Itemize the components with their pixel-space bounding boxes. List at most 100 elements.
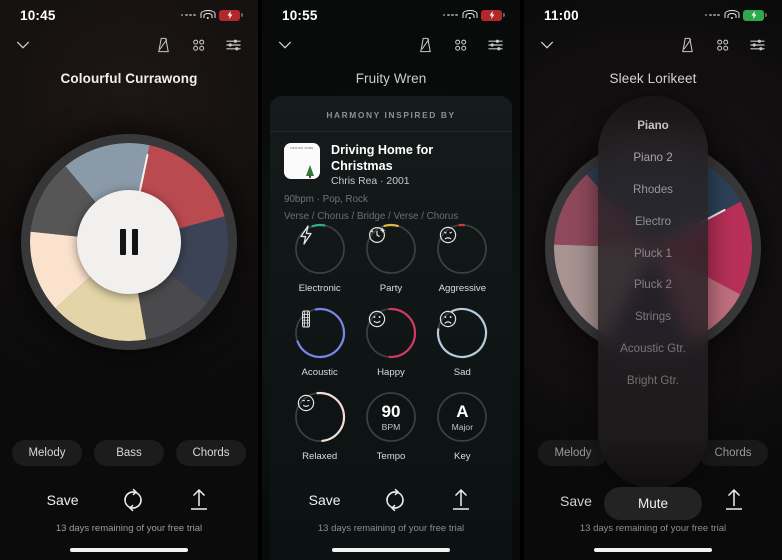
- chevron-down-icon[interactable]: [14, 36, 32, 54]
- top-nav: [262, 30, 520, 60]
- dial-unit: Major: [451, 421, 474, 432]
- instrument-option-piano-2[interactable]: Piano 2: [598, 142, 708, 174]
- pill-bass[interactable]: Bass: [94, 440, 164, 466]
- dial-key[interactable]: A Major Key: [427, 390, 498, 462]
- dial-relaxed[interactable]: Relaxed: [284, 390, 355, 462]
- sad-face-icon: [435, 306, 489, 360]
- grid-dots-icon[interactable]: [190, 36, 207, 54]
- dial-label: Relaxed: [302, 451, 338, 462]
- dial-label: Aggressive: [438, 283, 487, 294]
- status-bar: 10:45: [0, 0, 258, 30]
- home-indicator: [332, 547, 450, 552]
- signal-dots-icon: [442, 13, 458, 17]
- page-title: Sleek Lorikeet: [609, 71, 697, 86]
- refresh-icon[interactable]: [120, 487, 146, 513]
- wifi-icon: [462, 10, 477, 20]
- home-indicator: [70, 547, 188, 552]
- transport-bar: Save: [262, 487, 520, 513]
- dial-sad[interactable]: Sad: [427, 306, 498, 378]
- mute-button-wrap: Mute: [603, 487, 703, 520]
- metronome-icon[interactable]: [417, 36, 434, 54]
- mute-button[interactable]: Mute: [603, 487, 703, 520]
- grid-dots-icon[interactable]: [452, 36, 469, 54]
- pill-chords[interactable]: Chords: [698, 440, 768, 466]
- battery-charging-icon: [743, 9, 767, 21]
- save-button[interactable]: Save: [309, 492, 341, 508]
- metronome-icon[interactable]: [155, 36, 172, 54]
- harmony-wheel[interactable]: [21, 134, 237, 350]
- save-button[interactable]: Save: [560, 493, 592, 509]
- overlay-bottom-fade: [598, 436, 708, 488]
- dial-electronic[interactable]: Electronic: [284, 222, 355, 294]
- export-up-icon[interactable]: [187, 487, 211, 513]
- instrument-option-acoustic-gtr[interactable]: Acoustic Gtr.: [598, 332, 708, 364]
- battery-charging-icon: [481, 9, 505, 21]
- dial-party[interactable]: Party: [355, 222, 426, 294]
- status-clock: 11:00: [544, 7, 579, 23]
- mood-dial-grid: Electronic Party Aggressive Acoustic Happy Sa…: [262, 222, 520, 462]
- three-phone-screenshots: 10:45 Colourful Currawong Melody Bass Ch…: [0, 0, 782, 560]
- smile-face-icon: [364, 306, 418, 360]
- dial-label: Electronic: [298, 283, 341, 294]
- sparkle-clock-icon: [364, 222, 418, 276]
- dial-readout: 90 BPM: [364, 390, 418, 444]
- card-header: HARMONY INSPIRED BY: [326, 110, 456, 120]
- status-clock: 10:45: [20, 7, 56, 23]
- trial-notice: 13 days remaining of your free trial: [579, 523, 727, 534]
- dial-value: A: [456, 401, 469, 421]
- mixer-sliders-icon[interactable]: [749, 36, 766, 54]
- mixer-sliders-icon[interactable]: [225, 36, 242, 54]
- album-art-christmas-tree: DRIVING HOME: [284, 143, 320, 179]
- instrument-option-bright-gtr[interactable]: Bright Gtr.: [598, 364, 708, 396]
- instrument-option-strings[interactable]: Strings: [598, 301, 708, 333]
- dial-acoustic[interactable]: Acoustic: [284, 306, 355, 378]
- instrument-option-electro[interactable]: Electro: [598, 205, 708, 237]
- status-clock: 10:55: [282, 7, 318, 23]
- track-pills: Melody Bass Chords: [0, 440, 258, 466]
- instrument-option-rhodes[interactable]: Rhodes: [598, 174, 708, 206]
- instrument-option-piano[interactable]: Piano: [598, 110, 708, 142]
- guitar-neck-icon: [293, 306, 347, 360]
- dial-label: Happy: [377, 367, 405, 378]
- mixer-sliders-icon[interactable]: [487, 36, 504, 54]
- pause-icon: [120, 229, 138, 255]
- pill-melody[interactable]: Melody: [12, 440, 82, 466]
- song-row[interactable]: DRIVING HOME Driving Home for Christmas …: [270, 132, 512, 187]
- refresh-icon[interactable]: [382, 487, 408, 513]
- instrument-option-pluck-2[interactable]: Pluck 2: [598, 269, 708, 301]
- song-tempo-genre: 90bpm · Pop, Rock: [284, 194, 368, 206]
- panel-colourful-currawong: 10:45 Colourful Currawong Melody Bass Ch…: [0, 0, 258, 560]
- song-structure: Verse / Chorus / Bridge / Verse / Chorus: [284, 211, 459, 223]
- page-title: Fruity Wren: [355, 71, 427, 86]
- chevron-down-icon[interactable]: [538, 36, 556, 54]
- content-face-icon: [293, 390, 347, 444]
- dial-label: Tempo: [376, 451, 406, 462]
- dial-unit: BPM: [381, 421, 401, 432]
- dial-tempo[interactable]: 90 BPM Tempo: [355, 390, 426, 462]
- song-artist-year: Chris Rea · 2001: [331, 176, 410, 188]
- top-nav: [524, 30, 782, 60]
- export-up-icon[interactable]: [722, 487, 746, 513]
- signal-dots-icon: [180, 13, 196, 17]
- panel-sleek-lorikeet: 11:00 Sleek Lorikeet Melody Chords Piano…: [524, 0, 782, 560]
- play-pause-button[interactable]: [77, 190, 181, 294]
- metronome-icon[interactable]: [679, 36, 696, 54]
- dial-readout: A Major: [435, 390, 489, 444]
- instrument-picker-overlay[interactable]: Piano Piano 2 Rhodes Electro Pluck 1 Pluck 2S…: [598, 96, 708, 488]
- transport-bar: Save: [0, 487, 258, 513]
- dial-aggressive[interactable]: Aggressive: [427, 222, 498, 294]
- dial-happy[interactable]: Happy: [355, 306, 426, 378]
- dial-label: Party: [379, 283, 403, 294]
- save-button[interactable]: Save: [47, 492, 79, 508]
- instrument-option-pluck-1[interactable]: Pluck 1: [598, 237, 708, 269]
- pill-melody[interactable]: Melody: [538, 440, 608, 466]
- trial-notice: 13 days remaining of your free trial: [317, 523, 465, 534]
- export-up-icon[interactable]: [449, 487, 473, 513]
- trial-notice: 13 days remaining of your free trial: [55, 523, 203, 534]
- grid-dots-icon[interactable]: [714, 36, 731, 54]
- home-indicator: [594, 547, 712, 552]
- pill-chords[interactable]: Chords: [176, 440, 246, 466]
- dial-label: Acoustic: [301, 367, 338, 378]
- chevron-down-icon[interactable]: [276, 36, 294, 54]
- wifi-icon: [724, 10, 739, 20]
